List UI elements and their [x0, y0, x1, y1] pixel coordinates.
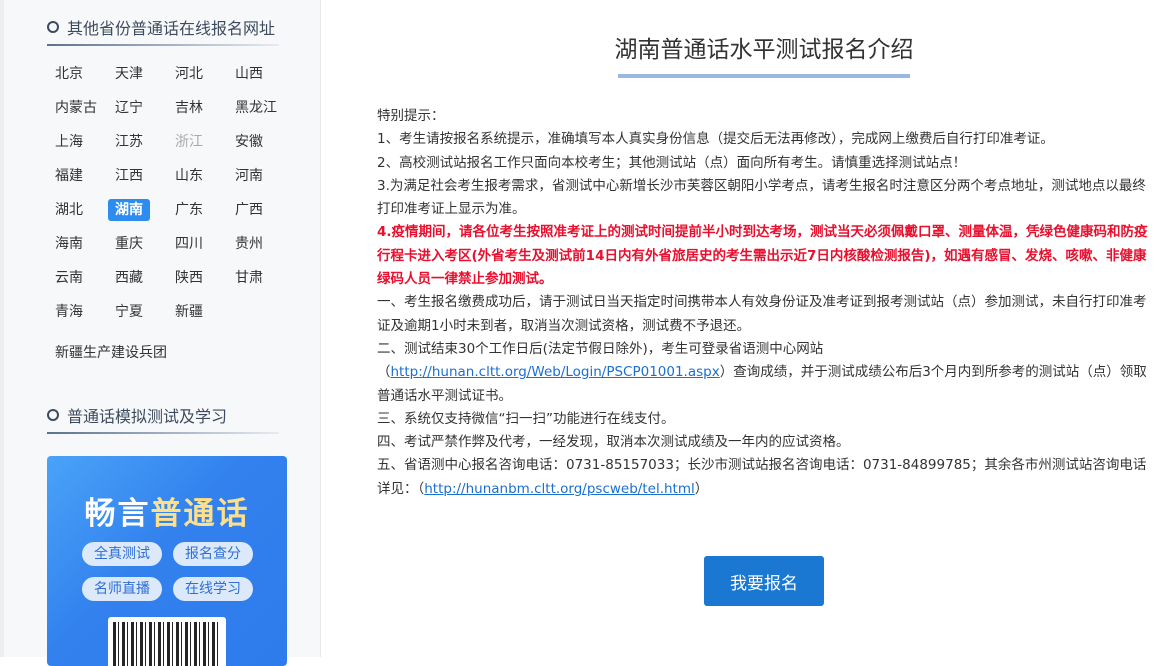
pill-online-study[interactable]: 在线学习 — [173, 577, 253, 601]
province-link[interactable]: 辽宁 — [108, 97, 150, 119]
practice-title-text: 普通话模拟测试及学习 — [67, 407, 228, 426]
rule-2: 二、测试结束30个工作日后(法定节假日除外)，考生可登录省语测中心网站 — [377, 340, 824, 357]
brand-a: 畅言 — [84, 496, 151, 532]
paren: ） — [694, 480, 709, 497]
province-link[interactable]: 安徽 — [228, 131, 270, 153]
qr-code-icon — [108, 617, 226, 666]
province-link[interactable]: 江苏 — [108, 131, 150, 153]
province-link[interactable]: 内蒙古 — [48, 97, 104, 119]
brand-b: 普通话 — [150, 496, 250, 532]
pill-score-query[interactable]: 报名查分 — [173, 542, 253, 566]
divider — [47, 432, 279, 434]
province-link[interactable]: 江西 — [108, 165, 150, 187]
notice-3: 3.为满足社会考生报考需求，省测试中心新增长沙市芙蓉区朝阳小学考点，请考生报名时… — [377, 177, 1146, 218]
rule-5: 五、省语测中心报名咨询电话：0731-85157033；长沙市测试站报名咨询电话… — [377, 454, 1149, 501]
province-link[interactable]: 湖南 — [108, 199, 150, 221]
pill-full-test[interactable]: 全真测试 — [82, 542, 162, 566]
province-link[interactable]: 浙江 — [168, 131, 210, 153]
circle-icon — [47, 409, 59, 421]
province-link[interactable]: 广东 — [168, 199, 210, 221]
province-link[interactable]: 青海 — [48, 301, 90, 323]
province-link[interactable]: 湖北 — [48, 199, 90, 221]
provinces-title-text: 其他省份普通话在线报名网址 — [67, 19, 276, 38]
province-link[interactable]: 四川 — [168, 233, 210, 255]
rule-4: 四、考试严禁作弊及代考，一经发现，取消本次测试成绩及一年内的应试资格。 — [377, 434, 850, 451]
province-link[interactable]: 云南 — [48, 267, 90, 289]
province-link[interactable]: 重庆 — [108, 233, 150, 255]
score-query-link[interactable]: http://hunan.cltt.org/Web/Login/PSCP0100… — [391, 364, 720, 380]
province-link[interactable]: 福建 — [48, 165, 90, 187]
province-link[interactable]: 上海 — [48, 131, 90, 153]
rule-2-cont: （http://hunan.cltt.org/Web/Login/PSCP010… — [377, 361, 1149, 408]
province-link[interactable]: 河北 — [168, 63, 210, 85]
province-link[interactable]: 西藏 — [108, 267, 150, 289]
province-link[interactable]: 河南 — [228, 165, 270, 187]
province-link[interactable]: 天津 — [108, 63, 150, 85]
notice-2: 2、高校测试站报名工作只面向本校考生；其他测试站（点）面向所有考生。请慎重选择测… — [377, 154, 967, 171]
provinces-section-title: 其他省份普通话在线报名网址 — [47, 15, 275, 39]
page-title: 湖南普通话水平测试报名介绍 — [614, 37, 914, 63]
sidebar: 其他省份普通话在线报名网址 北京 天津 河北 山西内蒙古 辽宁 吉林 黑龙江上海 江苏 浙江 安徽… — [0, 0, 321, 666]
rule-1: 一、考生报名缴费成功后，请于测试日当天指定时间携带本人有效身份证及准考证到报考测… — [377, 294, 1147, 334]
province-link[interactable]: 山东 — [168, 165, 210, 187]
practice-section-title: 普通话模拟测试及学习 — [47, 403, 227, 427]
province-link[interactable]: 贵州 — [228, 233, 270, 255]
province-link[interactable]: 宁夏 — [108, 301, 150, 323]
province-link[interactable]: 北京 — [48, 63, 90, 85]
promo-brand: 畅言普通话 — [47, 488, 287, 533]
province-link[interactable]: 陕西 — [168, 267, 210, 289]
notice-4-covid: 4.疫情期间，请各位考生按照准考证上的测试时间提前半小时到达考场，测试当天必须佩… — [377, 224, 1148, 288]
province-link[interactable]: 甘肃 — [228, 267, 270, 289]
tel-link[interactable]: http://hunanbm.cltt.org/pscweb/tel.html — [424, 481, 695, 497]
promo-banner[interactable]: 畅言普通话 全真测试 报名查分 名师直播 在线学习 — [47, 456, 287, 666]
pill-live[interactable]: 名师直播 — [82, 577, 162, 601]
province-link-xjbt[interactable]: 新疆生产建设兵团 — [48, 342, 174, 364]
province-link[interactable]: 吉林 — [168, 97, 210, 119]
apply-button[interactable]: 我要报名 — [704, 556, 824, 606]
rule-3: 三、系统仅支持微信“扫一扫”功能进行在线支付。 — [377, 410, 675, 427]
paren: （ — [377, 364, 391, 381]
province-link[interactable]: 黑龙江 — [228, 97, 284, 119]
notice-label: 特别提示： — [377, 108, 445, 124]
notice-content: 特别提示： 1、考生请按报名系统提示，准确填写本人真实身份信息（提交后无法再修改… — [377, 105, 1149, 501]
title-underline — [618, 74, 910, 78]
province-link[interactable]: 山西 — [228, 63, 270, 85]
circle-icon — [47, 21, 59, 33]
province-link[interactable]: 海南 — [48, 233, 90, 255]
notice-1: 1、考生请按报名系统提示，准确填写本人真实身份信息（提交后无法再修改），完成网上… — [377, 131, 1054, 148]
divider — [47, 44, 279, 46]
province-link[interactable]: 新疆 — [168, 301, 210, 323]
province-link[interactable]: 广西 — [228, 199, 270, 221]
